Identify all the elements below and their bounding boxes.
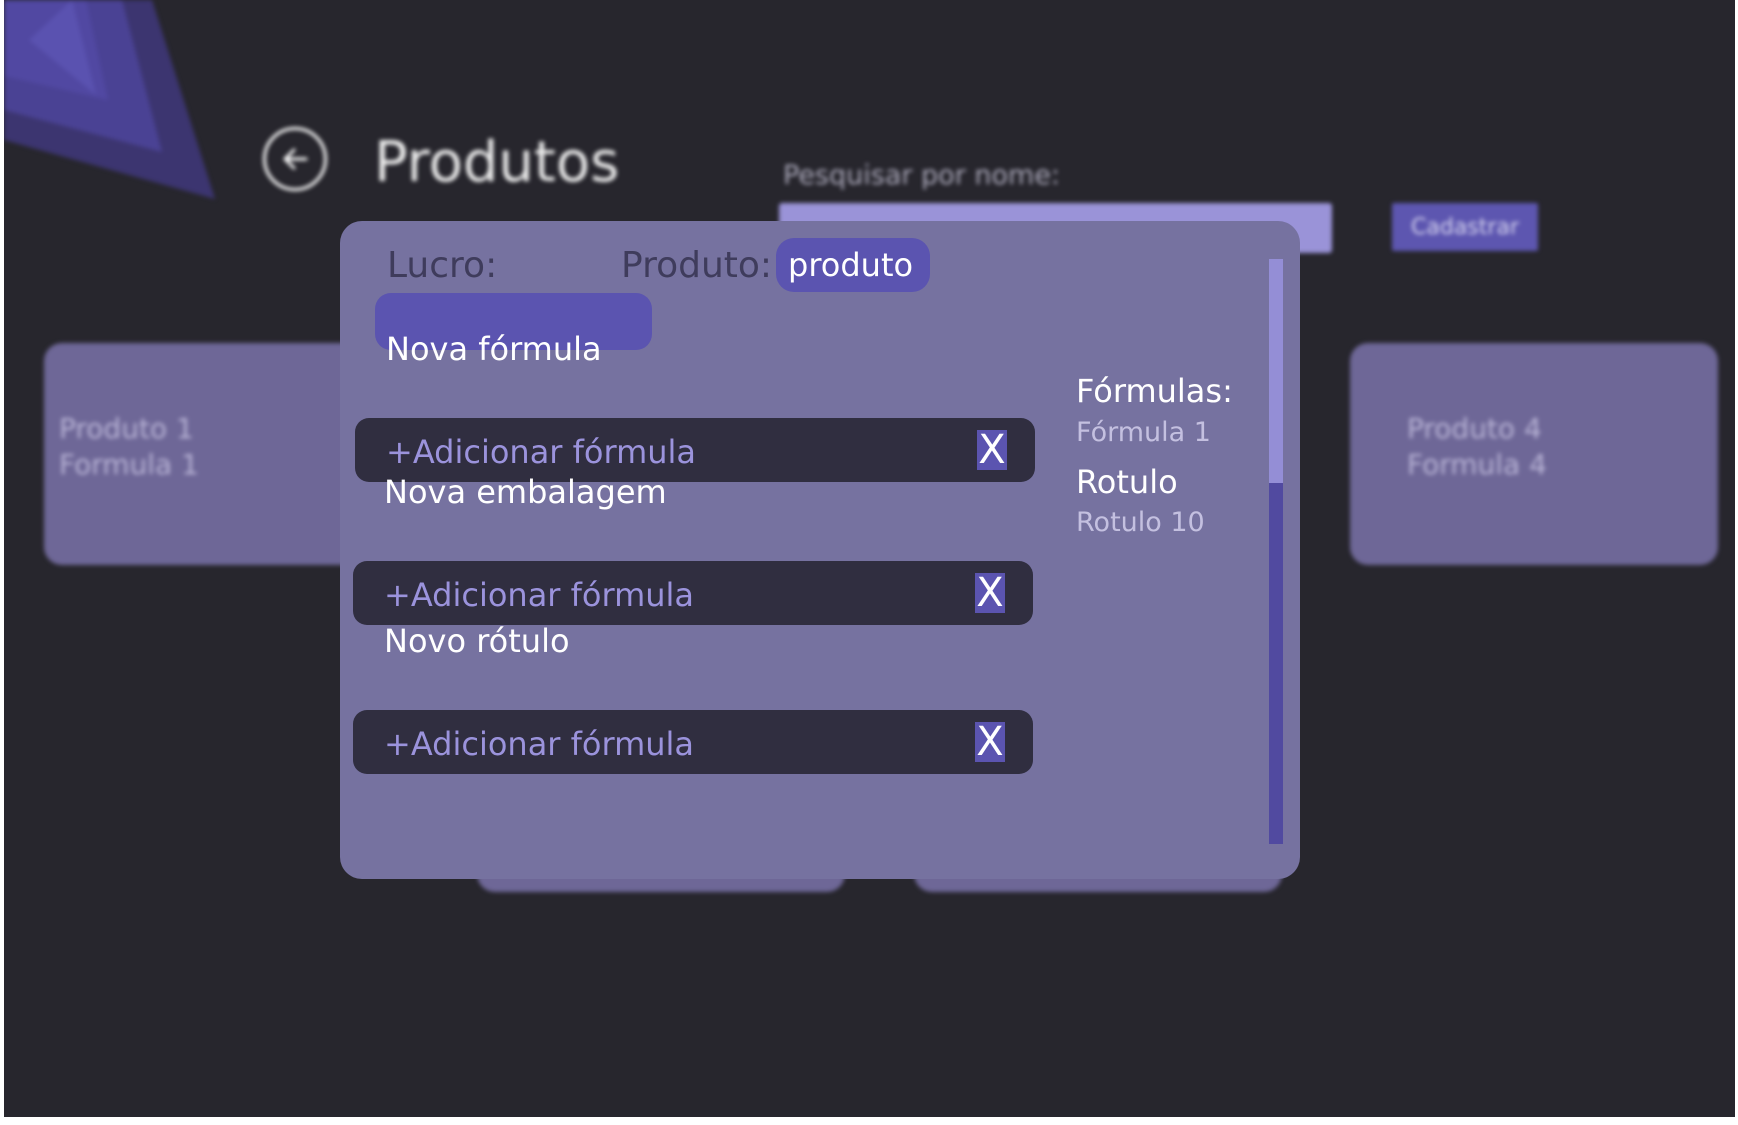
register-button[interactable]: Cadastrar bbox=[1392, 203, 1538, 251]
nova-formula-label: Nova fórmula bbox=[386, 330, 602, 368]
rotulo-title: Rotulo bbox=[1076, 463, 1178, 501]
scrollbar[interactable] bbox=[1269, 259, 1283, 844]
produto-input[interactable] bbox=[776, 238, 930, 292]
back-button[interactable] bbox=[263, 127, 327, 191]
product-formula: Formula 1 bbox=[59, 448, 199, 481]
remove-formula-button[interactable]: X bbox=[977, 430, 1007, 470]
remove-rotulo-button[interactable]: X bbox=[975, 722, 1005, 762]
produto-label: Produto: bbox=[621, 245, 773, 286]
add-rotulo-field[interactable]: +Adicionar fórmula X bbox=[353, 710, 1033, 774]
rotulo-item: Rotulo 10 bbox=[1076, 507, 1205, 538]
scrollbar-thumb[interactable] bbox=[1269, 259, 1283, 483]
add-rotulo-text: +Adicionar fórmula bbox=[384, 725, 695, 763]
nova-embalagem-label: Nova embalagem bbox=[384, 473, 667, 511]
add-formula-text: +Adicionar fórmula bbox=[386, 433, 697, 471]
add-embalagem-text: +Adicionar fórmula bbox=[384, 576, 695, 614]
remove-embalagem-button[interactable]: X bbox=[975, 573, 1005, 613]
lucro-label: Lucro: bbox=[387, 245, 498, 286]
product-name: Produto 4 bbox=[1407, 412, 1542, 445]
product-formula: Formula 4 bbox=[1407, 448, 1547, 481]
search-label: Pesquisar por nome: bbox=[783, 160, 1061, 191]
product-card[interactable]: Produto 4 Formula 4 bbox=[1350, 343, 1718, 565]
novo-rotulo-label: Novo rótulo bbox=[384, 622, 570, 660]
page-title: Produtos bbox=[374, 130, 620, 195]
app-window: Produtos Pesquisar por nome: Cadastrar P… bbox=[4, 0, 1735, 1117]
product-name: Produto 1 bbox=[59, 412, 194, 445]
product-modal: Lucro: Produto: Nova fórmula +Adicionar … bbox=[340, 221, 1300, 879]
formula-item: Fórmula 1 bbox=[1076, 417, 1211, 448]
formulas-title: Fórmulas: bbox=[1076, 372, 1233, 410]
decorative-triangles bbox=[4, 0, 215, 199]
arrow-left-icon bbox=[283, 148, 308, 170]
add-embalagem-field[interactable]: +Adicionar fórmula X bbox=[353, 561, 1033, 625]
